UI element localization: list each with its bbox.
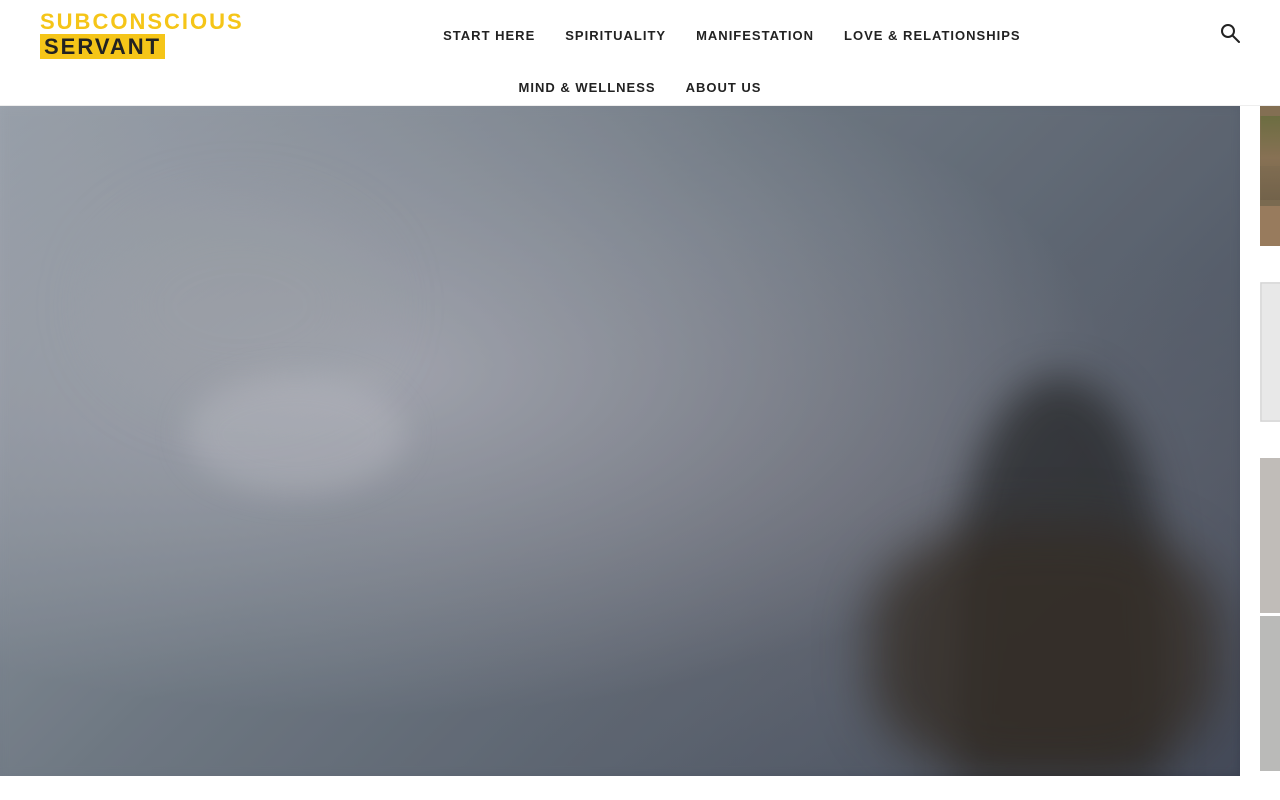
site-header: SUBCONSCIOUS SERVANT START HERE SPIRITUA… xyxy=(0,0,1280,106)
header-top: SUBCONSCIOUS SERVANT START HERE SPIRITUA… xyxy=(40,0,1240,70)
ad-svg xyxy=(1260,282,1280,422)
nav-about-us[interactable]: ABOUT US xyxy=(686,80,762,95)
nav-start-here[interactable]: START HERE xyxy=(443,28,535,43)
main-content: Why INFPs Are the Most Misunderstood Per… xyxy=(0,106,1280,791)
hero-image[interactable] xyxy=(0,106,1240,776)
infp-svg xyxy=(1260,106,1280,246)
article-ad-image xyxy=(1260,282,1280,422)
nav-mind-wellness[interactable]: MIND & WELLNESS xyxy=(519,80,656,95)
stubborn-image-bottom[interactable] xyxy=(1260,616,1280,771)
nav-love-relationships[interactable]: LOVE & RELATIONSHIPS xyxy=(844,28,1021,43)
infp-photo xyxy=(1260,106,1280,246)
logo-line1: SUBCONSCIOUS xyxy=(40,10,244,34)
bottom-navigation: MIND & WELLNESS ABOUT US xyxy=(519,70,762,105)
logo-line2: SERVANT xyxy=(40,34,165,60)
hero-highlight xyxy=(186,374,406,494)
stubborn-svg-bottom xyxy=(1260,616,1280,771)
sidebar: Why INFPs Are the Most Misunderstood Per… xyxy=(1240,106,1280,791)
nav-manifestation[interactable]: MANIFESTATION xyxy=(696,28,814,43)
search-icon xyxy=(1220,23,1240,43)
ad-placeholder xyxy=(1260,282,1280,422)
top-navigation: START HERE SPIRITUALITY MANIFESTATION LO… xyxy=(443,28,1020,43)
stubborn-image-top[interactable] xyxy=(1260,458,1280,613)
article-stubborn-images xyxy=(1260,458,1280,771)
stubborn-svg-top xyxy=(1260,458,1280,613)
article-infp-image[interactable] xyxy=(1260,106,1280,246)
site-logo[interactable]: SUBCONSCIOUS SERVANT xyxy=(40,10,244,60)
search-button[interactable] xyxy=(1220,23,1240,48)
nav-spirituality[interactable]: SPIRITUALITY xyxy=(565,28,666,43)
